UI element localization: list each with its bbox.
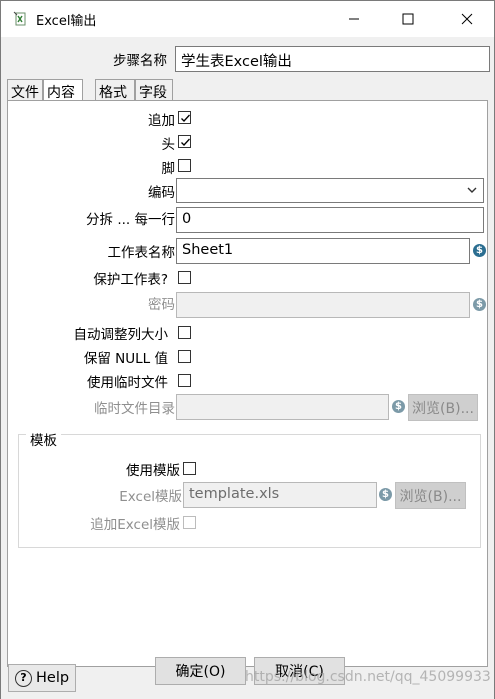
retain-null-label: 保留 NULL 值 — [83, 351, 168, 367]
password-input[interactable] — [176, 292, 470, 318]
autosize-label: 自动调整列大小 — [73, 327, 169, 343]
use-template-label: 使用模版 — [126, 463, 180, 479]
template-group-title: 模板 — [26, 429, 61, 449]
footer-label: 脚 — [161, 161, 176, 177]
protect-sheet-checkbox[interactable] — [178, 271, 191, 284]
encoding-label: 编码 — [148, 185, 175, 201]
help-icon: ? — [15, 669, 32, 687]
excel-template-input[interactable]: template.xls — [183, 482, 377, 508]
sheet-name-label: 工作表名称 — [107, 245, 176, 261]
header-checkbox[interactable] — [178, 135, 191, 148]
excel-template-label: Excel模版 — [119, 489, 182, 505]
tab-format-label: 格式 — [99, 85, 127, 101]
use-temp-file-label: 使用临时文件 — [87, 375, 168, 391]
help-button[interactable]: ? Help — [8, 664, 76, 692]
temp-dir-input[interactable] — [176, 394, 389, 420]
variable-icon[interactable]: $ — [473, 244, 486, 257]
use-temp-file-checkbox[interactable] — [178, 374, 191, 387]
protect-sheet-label: 保护工作表? — [93, 272, 168, 288]
append-checkbox[interactable] — [178, 111, 191, 124]
append-label: 追加 — [148, 113, 175, 129]
autosize-checkbox[interactable] — [178, 326, 191, 339]
step-name-input[interactable]: 学生表Excel输出 — [175, 46, 490, 72]
footer-checkbox[interactable] — [178, 159, 191, 172]
tab-fields[interactable]: 字段 — [135, 79, 173, 101]
variable-icon[interactable]: $ — [392, 400, 405, 413]
header-label: 头 — [161, 137, 176, 153]
content-tab-panel: 追加 头 脚 编码 分拆 ... 每一行 0 工作表名称 Sheet1 $ 保护… — [7, 100, 488, 667]
variable-icon[interactable]: $ — [473, 298, 486, 311]
tab-bar: 文件 内容 格式 字段 — [7, 79, 487, 102]
temp-dir-browse-button[interactable]: 浏览(B)... — [408, 394, 478, 421]
tab-file[interactable]: 文件 — [7, 79, 43, 101]
excel-output-dialog: Excel输出 步骤名称 学生表Excel输出 文件 内容 格式 字段 追加 头… — [0, 0, 495, 699]
temp-dir-label: 临时文件目录 — [94, 401, 175, 417]
template-browse-button[interactable]: 浏览(B)... — [395, 482, 466, 509]
encoding-combobox[interactable] — [176, 178, 484, 203]
variable-icon[interactable]: $ — [379, 488, 392, 501]
tab-fields-label: 字段 — [139, 85, 167, 101]
append-template-label: 追加Excel模版 — [90, 517, 180, 533]
password-label: 密码 — [148, 297, 175, 313]
append-template-checkbox[interactable] — [183, 516, 196, 529]
tab-content-label: 内容 — [47, 85, 75, 101]
step-name-label: 步骤名称 — [113, 53, 167, 69]
help-label: Help — [36, 670, 70, 686]
maximize-button[interactable] — [385, 1, 431, 37]
use-template-checkbox[interactable] — [183, 462, 196, 475]
split-every-input[interactable]: 0 — [176, 207, 484, 233]
tab-file-label: 文件 — [11, 85, 39, 101]
sheet-name-input[interactable]: Sheet1 — [176, 238, 470, 264]
tab-format[interactable]: 格式 — [95, 79, 135, 101]
close-button[interactable] — [444, 1, 490, 37]
window-title: Excel输出 — [36, 14, 97, 29]
split-every-label: 分拆 ... 每一行 — [86, 212, 175, 228]
chevron-down-icon[interactable] — [466, 184, 478, 200]
ok-button[interactable]: 确定(O) — [155, 657, 246, 685]
excel-output-icon — [13, 11, 27, 27]
retain-null-checkbox[interactable] — [178, 350, 191, 363]
minimize-button[interactable] — [331, 1, 377, 37]
tab-content[interactable]: 内容 — [43, 79, 83, 102]
watermark: https://blog.csdn.net/qq_45099933 — [245, 669, 491, 685]
title-bar[interactable]: Excel输出 — [1, 1, 494, 37]
dialog-body: 步骤名称 学生表Excel输出 文件 内容 格式 字段 追加 头 脚 编码 分拆… — [1, 37, 494, 699]
